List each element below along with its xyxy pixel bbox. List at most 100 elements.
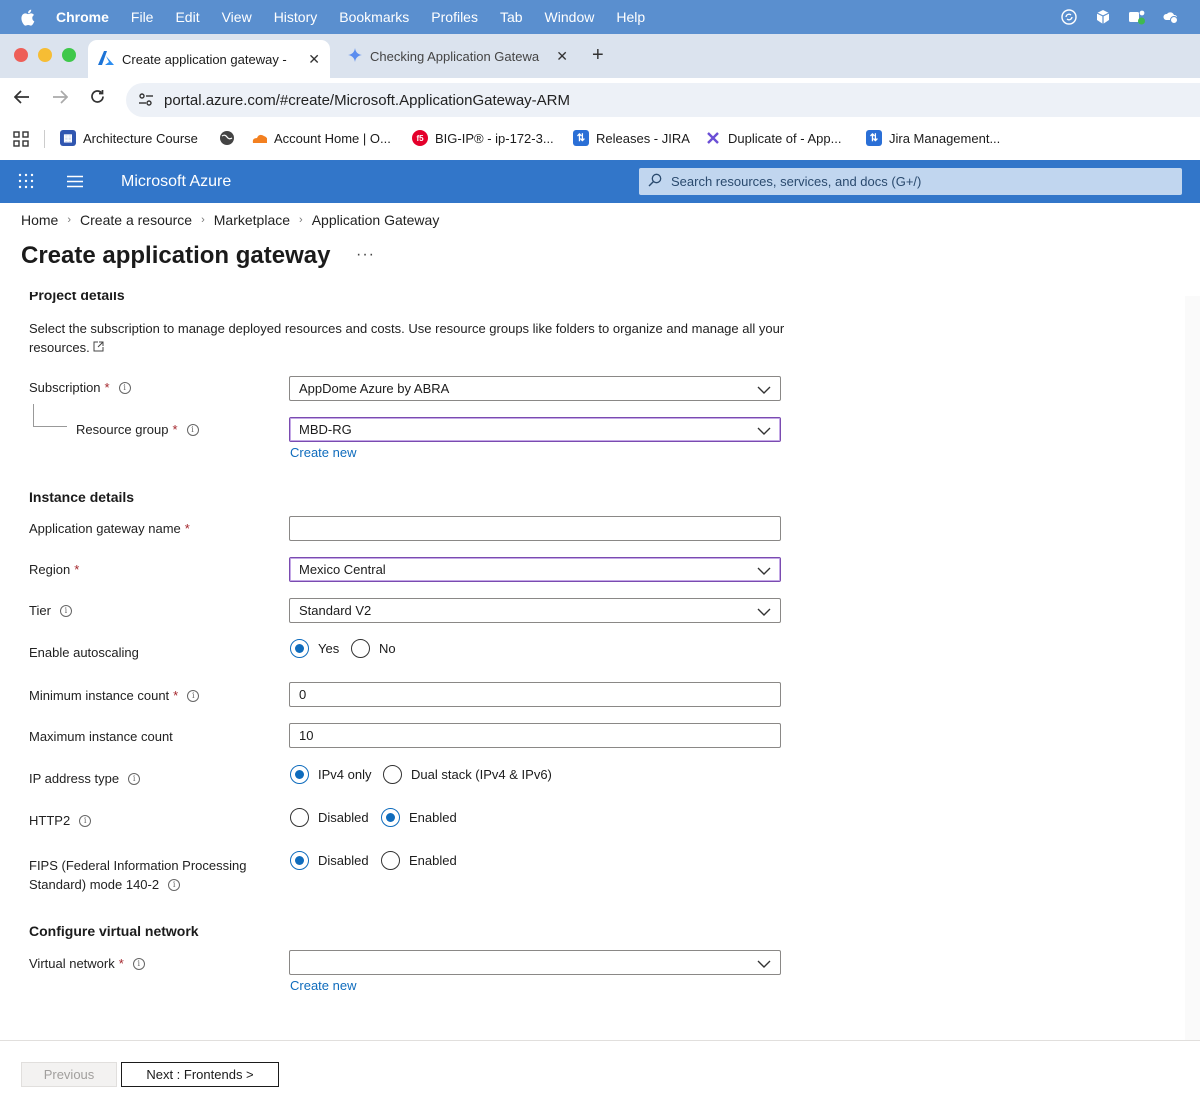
- fips-label: FIPS (Federal Information Processing Sta…: [29, 856, 246, 894]
- info-icon[interactable]: i: [128, 772, 141, 785]
- create-new-resource-group-link[interactable]: Create new: [290, 445, 356, 460]
- autoscaling-no-radio[interactable]: No: [351, 639, 396, 658]
- tab-title: Checking Application Gatewa: [370, 48, 540, 64]
- reload-icon[interactable]: [90, 88, 105, 109]
- app-launcher-icon[interactable]: [18, 173, 34, 192]
- autoscaling-yes-radio[interactable]: Yes: [290, 639, 339, 658]
- azure-header: Microsoft Azure Search resources, servic…: [0, 160, 1200, 203]
- fips-disabled-radio[interactable]: Disabled: [290, 851, 369, 870]
- back-icon[interactable]: [13, 88, 30, 109]
- ip-type-label: IP address type i: [29, 771, 141, 786]
- close-window-button[interactable]: [14, 48, 28, 62]
- radio-selected: [290, 851, 309, 870]
- resource-group-select[interactable]: MBD-RG: [289, 417, 781, 442]
- virtual-network-select[interactable]: [289, 950, 781, 975]
- scrollbar[interactable]: [1185, 296, 1200, 1041]
- info-icon[interactable]: i: [59, 604, 72, 617]
- min-instance-input[interactable]: 0: [289, 682, 781, 707]
- menu-edit[interactable]: Edit: [175, 9, 199, 25]
- breadcrumb-marketplace[interactable]: Marketplace: [214, 212, 290, 228]
- teams-icon[interactable]: [1128, 8, 1146, 26]
- chevron-down-icon: [757, 564, 771, 579]
- project-details-heading: Project details: [29, 292, 125, 303]
- menu-help[interactable]: Help: [616, 9, 645, 25]
- bookmark-jira-management[interactable]: ⇅ Jira Management...: [866, 130, 1000, 146]
- breadcrumb-home[interactable]: Home: [21, 212, 58, 228]
- info-icon[interactable]: i: [186, 423, 199, 436]
- tier-label: Tier i: [29, 603, 72, 618]
- chevron-down-icon: [757, 605, 771, 620]
- global-search-input[interactable]: Search resources, services, and docs (G+…: [639, 168, 1182, 195]
- info-icon[interactable]: i: [79, 814, 92, 827]
- radio-label: Enabled: [409, 853, 457, 868]
- subscription-select[interactable]: AppDome Azure by ABRA: [289, 376, 781, 401]
- zoom-window-button[interactable]: [62, 48, 76, 62]
- tab-checking-application-gateway[interactable]: Checking Application Gatewa ✕: [338, 40, 578, 72]
- gateway-name-label: Application gateway name *: [29, 521, 190, 536]
- menu-profiles[interactable]: Profiles: [431, 9, 478, 25]
- box-icon[interactable]: [1094, 8, 1112, 26]
- globe-icon[interactable]: [219, 130, 235, 146]
- cloud-status-icon[interactable]: [1162, 8, 1180, 26]
- breadcrumb: Home › Create a resource › Marketplace ›…: [21, 212, 439, 228]
- apps-grid-icon[interactable]: [13, 131, 29, 147]
- gateway-name-input[interactable]: [289, 516, 781, 541]
- region-select[interactable]: Mexico Central: [289, 557, 781, 582]
- chevron-right-icon: ›: [67, 214, 72, 226]
- menu-tab[interactable]: Tab: [500, 9, 523, 25]
- fips-enabled-radio[interactable]: Enabled: [381, 851, 457, 870]
- bookmark-duplicate-of[interactable]: Duplicate of - App...: [705, 130, 841, 146]
- http2-enabled-radio[interactable]: Enabled: [381, 808, 457, 827]
- omnibox[interactable]: portal.azure.com/#create/Microsoft.Appli…: [126, 83, 1200, 117]
- tab-create-application-gateway[interactable]: Create application gateway - ✕: [88, 40, 330, 78]
- more-options-icon[interactable]: ···: [356, 246, 375, 264]
- info-icon[interactable]: i: [132, 957, 145, 970]
- forward-icon[interactable]: [52, 88, 69, 109]
- autoscaling-label: Enable autoscaling: [29, 645, 139, 660]
- breadcrumb-application-gateway[interactable]: Application Gateway: [312, 212, 440, 228]
- info-icon[interactable]: i: [168, 878, 181, 891]
- menu-file[interactable]: File: [131, 9, 154, 25]
- radio-selected: [290, 765, 309, 784]
- tab-title: Create application gateway -: [122, 51, 287, 67]
- calendar-icon: ▦: [60, 130, 76, 146]
- radio-label: No: [379, 641, 396, 656]
- info-icon[interactable]: i: [187, 689, 200, 702]
- search-placeholder: Search resources, services, and docs (G+…: [671, 174, 922, 189]
- azure-brand[interactable]: Microsoft Azure: [121, 173, 231, 191]
- bookmark-account-home[interactable]: Account Home | O...: [251, 130, 391, 146]
- ipv4-only-radio[interactable]: IPv4 only: [290, 765, 371, 784]
- minimize-window-button[interactable]: [38, 48, 52, 62]
- menu-view[interactable]: View: [222, 9, 252, 25]
- bookmark-big-ip[interactable]: f5 BIG-IP® - ip-172-3...: [412, 130, 554, 146]
- radio-label: Disabled: [318, 853, 369, 868]
- sync-icon[interactable]: [1060, 8, 1078, 26]
- chevron-down-icon: [757, 424, 771, 439]
- tier-select[interactable]: Standard V2: [289, 598, 781, 623]
- bookmark-releases-jira[interactable]: ⇅ Releases - JIRA: [573, 130, 690, 146]
- close-tab-icon[interactable]: ✕: [556, 48, 568, 65]
- hamburger-menu-icon[interactable]: [67, 175, 83, 191]
- dual-stack-radio[interactable]: Dual stack (IPv4 & IPv6): [383, 765, 552, 784]
- apple-icon[interactable]: [20, 8, 36, 26]
- menu-bookmarks[interactable]: Bookmarks: [339, 9, 409, 25]
- create-new-vnet-link[interactable]: Create new: [290, 978, 356, 993]
- previous-button[interactable]: Previous: [21, 1062, 117, 1087]
- info-icon[interactable]: i: [118, 381, 131, 394]
- next-frontends-button[interactable]: Next : Frontends >: [121, 1062, 279, 1087]
- menu-app-chrome[interactable]: Chrome: [56, 9, 109, 25]
- breadcrumb-create-resource[interactable]: Create a resource: [80, 212, 192, 228]
- bookmark-architecture-course[interactable]: ▦ Architecture Course: [60, 130, 198, 146]
- site-settings-icon[interactable]: [138, 92, 154, 111]
- close-tab-icon[interactable]: ✕: [308, 51, 320, 68]
- max-instance-input[interactable]: 10: [289, 723, 781, 748]
- chevron-right-icon: ›: [201, 214, 205, 226]
- menu-history[interactable]: History: [274, 9, 318, 25]
- chevron-down-icon: [757, 383, 771, 398]
- external-link-icon[interactable]: [93, 340, 104, 355]
- http2-disabled-radio[interactable]: Disabled: [290, 808, 369, 827]
- radio-unselected: [351, 639, 370, 658]
- menu-window[interactable]: Window: [545, 9, 595, 25]
- subscription-label: Subscription * i: [29, 380, 131, 395]
- new-tab-button[interactable]: +: [592, 44, 604, 67]
